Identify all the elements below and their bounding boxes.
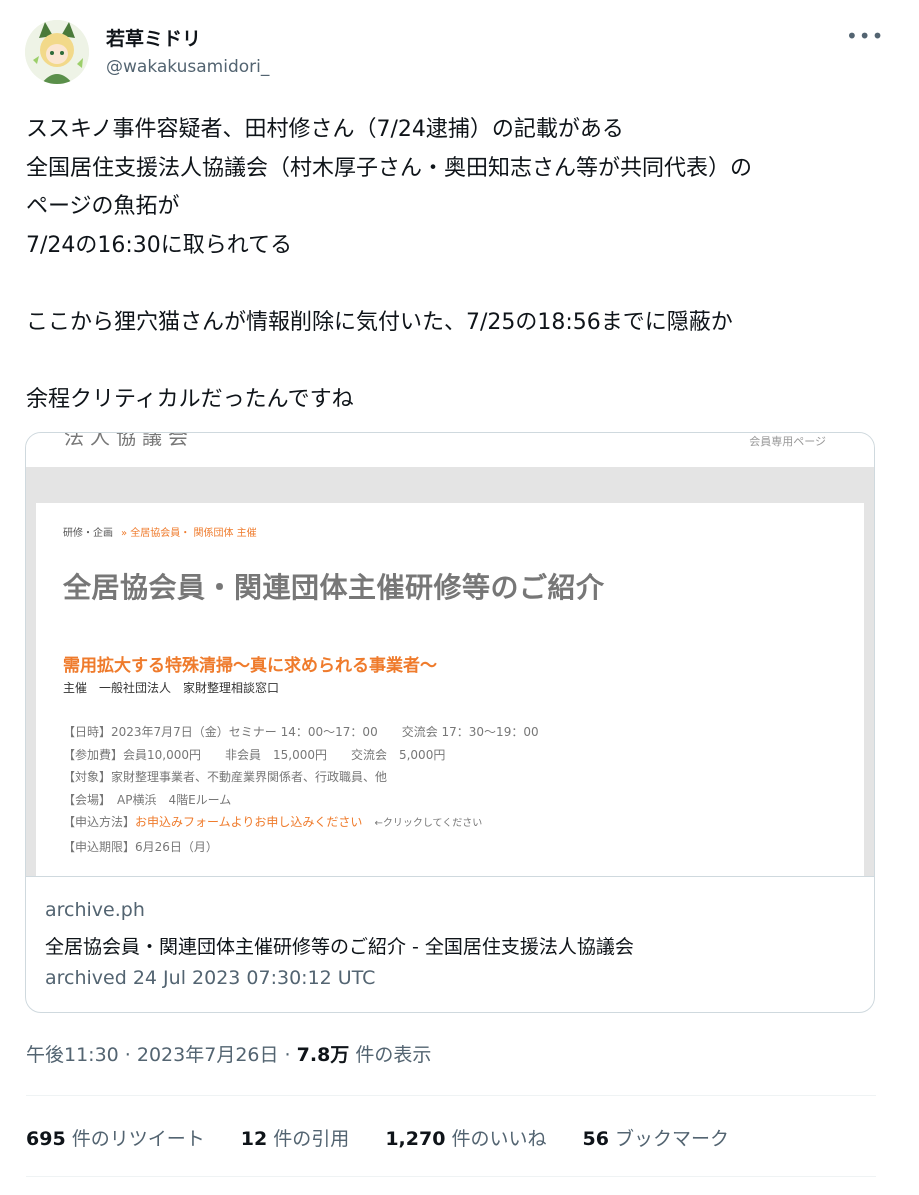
likes-label: 件のいいね xyxy=(445,1128,547,1150)
archive-content-panel: 研修・企画 » 全居協会員・ 関係団体 主催 全居協会員・関連団体主催研修等のご紹… xyxy=(36,503,864,876)
retweets-stat[interactable]: 695 件のリツイート xyxy=(26,1128,205,1150)
breadcrumb-root: 研修・企画 xyxy=(63,528,113,539)
card-title: 全居協会員・関連団体主催研修等のご紹介 - 全国居住支援法人協議会 xyxy=(45,936,634,958)
event-apply: 【申込方法】お申込みフォームよりお申し込みください ←クリックしてください xyxy=(63,811,539,836)
quotes-label: 件の引用 xyxy=(267,1128,350,1150)
view-count: 7.8万 xyxy=(296,1044,350,1066)
more-icon[interactable]: ••• xyxy=(846,24,884,48)
author-handle[interactable]: @wakakusamidori_ xyxy=(106,57,269,77)
divider xyxy=(26,1095,876,1096)
tweet-meta: 午後11:30 · 2023年7月26日 · 7.8万 件の表示 xyxy=(26,1040,431,1067)
tweet-timestamp[interactable]: 午後11:30 · 2023年7月26日 · xyxy=(26,1044,297,1066)
link-card[interactable]: 法人協議会 会員専用ページ 研修・企画 » 全居協会員・ 関係団体 主催 全居協会… xyxy=(25,432,875,1013)
author-name[interactable]: 若草ミドリ xyxy=(106,24,201,51)
event-date: 【日時】2023年7月7日（金）セミナー 14：00〜17：00 交流会 17：… xyxy=(63,725,539,739)
archive-header: 法人協議会 会員専用ページ xyxy=(26,433,874,467)
apply-link: お申込みフォームよりお申し込みください xyxy=(135,815,363,829)
card-description: archived 24 Jul 2023 07:30:12 UTC xyxy=(45,967,376,989)
apply-note: ←クリックしてください xyxy=(374,818,483,829)
archive-page-title: 全居協会員・関連団体主催研修等のご紹介 xyxy=(63,571,605,604)
likes-stat[interactable]: 1,270 件のいいね xyxy=(385,1128,546,1150)
event-venue: 【会場】 AP横浜 4階Eルーム xyxy=(63,792,232,807)
card-text: archive.ph 全居協会員・関連団体主催研修等のご紹介 - 全国居住支援法… xyxy=(26,876,874,1012)
breadcrumb-current: » 全居協会員・ 関係団体 主催 xyxy=(121,528,257,539)
event-fee: 【参加費】会員10,000円 非会員 15,000円 交流会 5,000円 xyxy=(63,747,446,762)
breadcrumb: 研修・企画 » 全居協会員・ 関係団体 主催 xyxy=(63,524,257,539)
member-page-link: 会員専用ページ xyxy=(749,435,826,448)
event-target: 【対象】家財整理事業者、不動産業界関係者、行政職員、他 xyxy=(63,770,388,784)
bookmarks-label: ブックマーク xyxy=(608,1128,730,1150)
retweets-label: 件のリツイート xyxy=(65,1128,205,1150)
avatar-illustration xyxy=(25,20,89,84)
card-domain: archive.ph xyxy=(45,899,145,921)
divider xyxy=(26,1176,876,1177)
archive-header-title: 法人協議会 xyxy=(64,433,194,449)
event-title: 需用拡大する特殊清掃〜真に求められる事業者〜 xyxy=(63,656,437,676)
engagement-stats: 695 件のリツイート 12 件の引用 1,270 件のいいね 56 ブックマー… xyxy=(26,1124,759,1151)
quotes-count: 12 xyxy=(240,1128,268,1150)
apply-label: 【申込方法】 xyxy=(63,815,136,829)
view-label: 件の表示 xyxy=(349,1044,432,1066)
event-host: 主催 一般社団法人 家財整理相談窓口 xyxy=(63,681,280,695)
bookmarks-count: 56 xyxy=(582,1128,609,1150)
event-deadline: 【申込期限】6月26日（月） xyxy=(63,839,218,854)
event-details: 【日時】2023年7月7日（金）セミナー 14：00〜17：00 交流会 17：… xyxy=(63,721,539,858)
avatar[interactable] xyxy=(25,20,89,84)
quotes-stat[interactable]: 12 件の引用 xyxy=(241,1128,350,1150)
likes-count: 1,270 xyxy=(385,1128,446,1150)
tweet-text: ススキノ事件容疑者、田村修さん（7/24逮捕）の記載がある 全国居住支援法人協議… xyxy=(26,117,753,412)
retweets-count: 695 xyxy=(26,1128,66,1150)
card-image: 法人協議会 会員専用ページ 研修・企画 » 全居協会員・ 関係団体 主催 全居協会… xyxy=(26,433,874,876)
bookmarks-stat[interactable]: 56 ブックマーク xyxy=(583,1128,730,1150)
